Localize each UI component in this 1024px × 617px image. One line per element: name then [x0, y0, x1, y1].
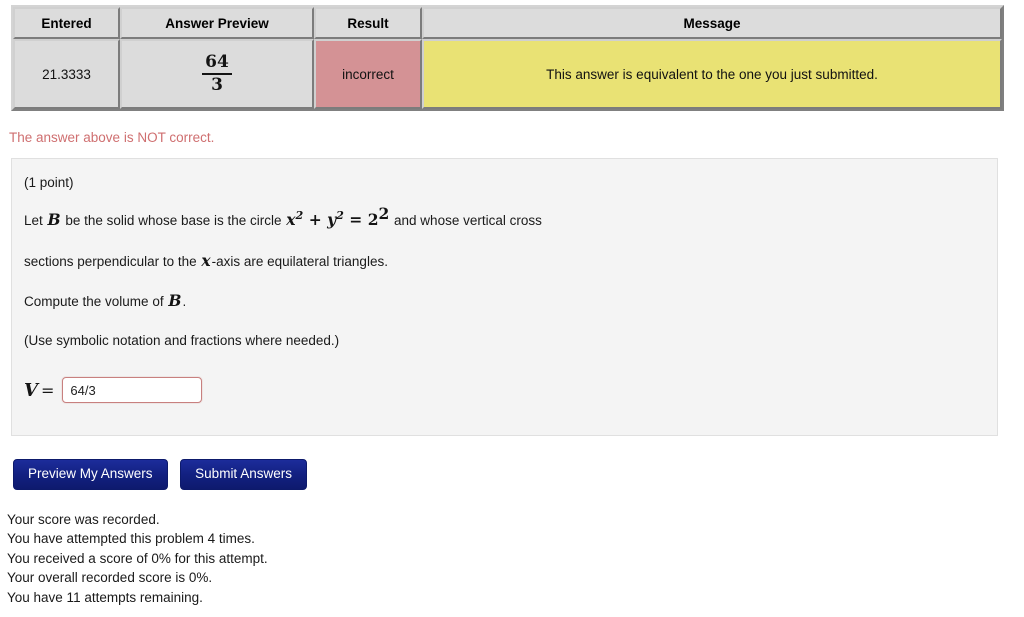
- math-variable-B: B: [47, 210, 61, 230]
- problem-text-fragment: sections perpendicular to the: [24, 253, 201, 269]
- math-x: x: [286, 210, 296, 230]
- math-two: 2: [367, 210, 379, 230]
- problem-text-fragment: be the solid whose base is the circle: [61, 213, 286, 229]
- answer-entry-row: V =: [24, 377, 985, 404]
- math-x-exponent: 2: [295, 209, 304, 223]
- answer-input[interactable]: [62, 377, 203, 404]
- problem-text-fragment: .: [182, 294, 187, 310]
- table-header-row: Entered Answer Preview Result Message: [13, 7, 1002, 39]
- status-line-attempt-score: You received a score of 0% for this atte…: [7, 550, 268, 566]
- status-line-score-recorded: Your score was recorded.: [7, 512, 160, 527]
- math-expression-circle: x2 + y2 = 22: [285, 206, 390, 230]
- problem-statement-line-3: Compute the volume of B.: [24, 292, 985, 311]
- status-line-attempt-count: You have attempted this problem 4 times.: [7, 531, 255, 547]
- column-header-result: Result: [314, 7, 422, 39]
- submit-answers-button[interactable]: Submit Answers: [180, 459, 307, 490]
- preview-my-answers-button[interactable]: Preview My Answers: [13, 459, 168, 490]
- math-plus-operator: +: [308, 210, 322, 230]
- column-header-entered: Entered: [13, 7, 120, 39]
- attempt-status-messages: Your score was recorded. You have attemp…: [7, 510, 268, 607]
- status-line-overall-score: Your overall recorded score is 0%.: [7, 570, 213, 586]
- results-table: Entered Answer Preview Result Message 21…: [11, 5, 1004, 111]
- incorrect-answer-notice: The answer above is NOT correct.: [9, 130, 215, 145]
- problem-panel: (1 point) Let B be the solid whose base …: [11, 158, 998, 436]
- column-header-answer-preview: Answer Preview: [120, 7, 314, 39]
- math-y-exponent: 2: [336, 209, 344, 223]
- math-y: y: [327, 210, 337, 230]
- fraction-64-over-3: 64 3: [202, 53, 232, 95]
- cell-entered-value: 21.3333: [13, 39, 120, 109]
- problem-text-fragment: and whose vertical cross: [390, 213, 542, 229]
- action-buttons: Preview My Answers Submit Answers: [13, 459, 316, 490]
- math-two-exponent: 2: [378, 204, 390, 224]
- answer-equals-sign: =: [40, 380, 55, 400]
- table-row: 21.3333 64 3 incorrect This answer is eq…: [13, 39, 1002, 109]
- problem-text-fragment: Let: [24, 213, 47, 229]
- cell-result-status: incorrect: [314, 39, 422, 109]
- problem-instruction-note: (Use symbolic notation and fractions whe…: [24, 332, 340, 348]
- math-equals-operator: =: [349, 210, 363, 230]
- math-variable-B: B: [168, 291, 182, 311]
- status-line-attempts-remaining: You have 11 attempts remaining.: [7, 589, 203, 605]
- problem-points: (1 point): [24, 175, 74, 190]
- answer-variable-label: V: [24, 379, 38, 401]
- problem-statement-line-2: sections perpendicular to the x-axis are…: [24, 250, 985, 271]
- cell-answer-preview: 64 3: [120, 39, 314, 109]
- problem-statement-line-1: Let B be the solid whose base is the cir…: [24, 206, 985, 230]
- fraction-numerator: 64: [205, 52, 229, 73]
- problem-text-fragment: -axis are equilateral triangles.: [211, 253, 388, 269]
- problem-text-fragment: Compute the volume of: [24, 294, 168, 310]
- column-header-message: Message: [422, 7, 1002, 39]
- cell-message-text: This answer is equivalent to the one you…: [422, 39, 1002, 109]
- math-variable-x: x: [201, 250, 211, 270]
- results-table-container: Entered Answer Preview Result Message 21…: [11, 5, 1004, 111]
- fraction-denominator: 3: [211, 74, 223, 95]
